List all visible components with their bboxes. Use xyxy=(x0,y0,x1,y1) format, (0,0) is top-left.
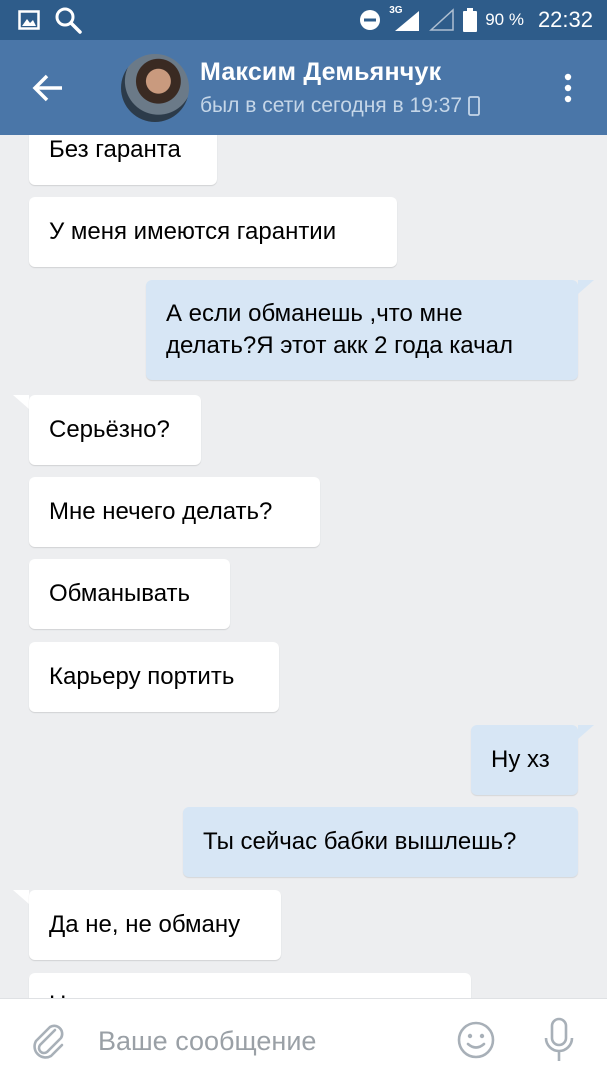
message-text: Да не, не обману xyxy=(49,911,241,938)
message-text: Н xyxy=(49,991,66,998)
message-incoming: Н xyxy=(29,973,471,998)
clock: 22:32 xyxy=(537,7,593,32)
battery-percent: 90 % xyxy=(485,10,524,29)
message-text: Обманывать xyxy=(49,580,191,607)
message-list[interactable]: Без гаранта У меня имеются гарантии А ес… xyxy=(0,135,607,998)
mic-icon[interactable] xyxy=(543,1017,575,1063)
back-arrow-icon[interactable] xyxy=(30,70,66,106)
message-text: Серьёзно? xyxy=(49,416,170,443)
avatar[interactable] xyxy=(121,54,189,122)
message-outgoing: А если обманешь ,что мне делать?Я этот а… xyxy=(146,280,578,380)
last-seen-text: был в сети сегодня в 19:37 xyxy=(200,94,463,117)
signal-icon xyxy=(395,11,420,31)
signal-empty-icon xyxy=(429,8,454,31)
message-incoming: Да не, не обману xyxy=(29,890,281,960)
battery-icon xyxy=(463,8,478,32)
bubble-tail xyxy=(13,395,29,409)
compose-bar xyxy=(0,998,607,1081)
contact-status: был в сети сегодня в 19:37 xyxy=(200,94,480,118)
message-text: Ты сейчас бабки вышлешь? xyxy=(203,828,517,855)
message-outgoing: Ну хз xyxy=(471,725,578,795)
emoji-icon[interactable] xyxy=(456,1020,496,1060)
gallery-icon xyxy=(18,10,40,30)
bubble-tail xyxy=(578,725,594,739)
contact-name[interactable]: Максим Демьянчук xyxy=(200,58,441,87)
message-text: Мне нечего делать? xyxy=(49,498,273,525)
bubble-tail xyxy=(578,280,594,294)
message-text: Ну хз xyxy=(491,746,550,773)
search-icon xyxy=(55,7,82,34)
message-incoming: Мне нечего делать? xyxy=(29,477,320,547)
phone-icon xyxy=(468,96,480,116)
message-text: А если обманешь ,что мне делать?Я этот а… xyxy=(166,300,513,359)
message-outgoing: Ты сейчас бабки вышлешь? xyxy=(183,807,578,877)
more-vertical-icon[interactable] xyxy=(556,70,580,106)
message-incoming: Без гаранта xyxy=(29,135,217,185)
status-bar: 3G 90 % 22:32 xyxy=(0,0,607,40)
message-incoming: У меня имеются гарантии xyxy=(29,197,397,267)
message-incoming: Обманывать xyxy=(29,559,230,629)
bubble-tail xyxy=(13,890,29,904)
message-incoming: Карьеру портить xyxy=(29,642,279,712)
message-text: Без гаранта xyxy=(49,136,181,163)
message-input[interactable] xyxy=(96,1019,440,1063)
message-text: Карьеру портить xyxy=(49,663,235,690)
message-incoming: Серьёзно? xyxy=(29,395,201,465)
do-not-disturb-icon xyxy=(360,10,381,30)
message-text: У меня имеются гарантии xyxy=(49,218,337,245)
attach-icon[interactable] xyxy=(28,1020,68,1060)
chat-header: Максим Демьянчук был в сети сегодня в 19… xyxy=(0,40,607,135)
